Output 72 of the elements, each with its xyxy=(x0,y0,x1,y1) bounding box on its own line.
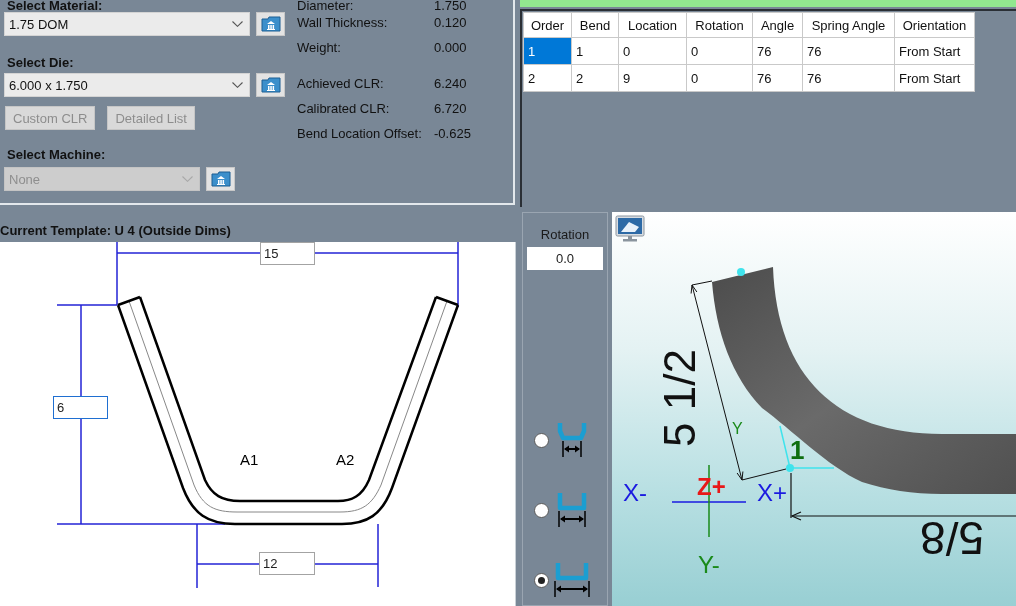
bend-number-label: 1 xyxy=(790,435,805,465)
monitor-icon[interactable] xyxy=(615,215,645,243)
table-cell: 76 xyxy=(752,37,803,65)
chevron-icon xyxy=(182,176,193,182)
table-cell: 9 xyxy=(618,64,687,92)
property-value: 1.750 xyxy=(434,0,467,12)
property-value: 0.120 xyxy=(434,14,467,30)
property-value: -0.625 xyxy=(434,125,471,141)
dimension-field[interactable]: 12 xyxy=(259,552,315,575)
column-header[interactable]: Location xyxy=(618,12,687,38)
property-label: Achieved CLR: xyxy=(297,75,385,91)
template-title: Current Template: U 4 (Outside Dims) xyxy=(0,223,231,238)
axis-label: X+ xyxy=(757,479,788,506)
table-cell: 76 xyxy=(802,37,895,65)
table-cell: 76 xyxy=(802,64,895,92)
property-label: Weight: xyxy=(297,39,342,55)
radio-button[interactable] xyxy=(534,572,549,588)
column-header[interactable]: Order xyxy=(523,12,572,38)
property-label: Diameter: xyxy=(297,0,355,12)
table-cell: 1 xyxy=(571,37,619,65)
building-folder-icon xyxy=(210,171,231,187)
dimension-label: 5 1/2 xyxy=(654,349,704,447)
angle-label: A2 xyxy=(336,451,355,468)
field-label: Select Die: xyxy=(6,55,74,70)
axis-label: X- xyxy=(623,479,647,506)
column-header[interactable]: Orientation xyxy=(894,12,975,38)
radio-button[interactable] xyxy=(534,502,549,518)
property-value: 6.240 xyxy=(434,75,467,91)
angle-label: A1 xyxy=(240,451,259,468)
table-cell: 2 xyxy=(523,64,572,92)
u-channel-width-icon xyxy=(552,561,592,599)
radio-button[interactable] xyxy=(534,432,549,448)
extension-line xyxy=(790,472,792,519)
die-dropdown[interactable]: 6.000 x 1.750 xyxy=(4,73,250,97)
dimension-field[interactable]: 6 xyxy=(53,396,108,419)
column-header[interactable]: Bend xyxy=(571,12,619,38)
property-label: Wall Thickness: xyxy=(297,14,389,30)
library-button[interactable] xyxy=(206,167,235,191)
axis-label: Y- xyxy=(698,551,720,578)
chevron-icon xyxy=(232,82,243,88)
table-cell: 1 xyxy=(523,37,572,65)
extension-line xyxy=(741,468,787,481)
table-cell: 76 xyxy=(752,64,803,92)
table-cell: 2 xyxy=(571,64,619,92)
rotation-field[interactable]: 0.0 xyxy=(527,247,603,270)
dimension-field[interactable]: 15 xyxy=(260,242,315,265)
building-folder-icon xyxy=(260,77,281,93)
library-button[interactable] xyxy=(256,12,285,36)
chevron-icon xyxy=(232,21,243,27)
building-folder-icon xyxy=(260,16,281,32)
table-cell: From Start xyxy=(894,64,975,92)
material-dropdown[interactable]: 1.75 DOM xyxy=(4,12,250,36)
table-cell: 0 xyxy=(686,64,753,92)
library-button[interactable] xyxy=(256,73,285,97)
column-header[interactable]: Spring Angle xyxy=(802,12,895,38)
field-label: Select Machine: xyxy=(6,147,106,162)
table-cell: From Start xyxy=(894,37,975,65)
dimension-label: 5/8 xyxy=(920,512,984,564)
table-cell: 0 xyxy=(618,37,687,65)
extension-line xyxy=(691,280,713,286)
table-cell: 0 xyxy=(686,37,753,65)
axis-label: Y xyxy=(732,420,743,437)
column-header[interactable]: Rotation xyxy=(686,12,753,38)
rotation-label: Rotation xyxy=(540,227,590,242)
column-header[interactable]: Angle xyxy=(752,12,803,38)
property-label: Calibrated CLR: xyxy=(297,100,391,116)
field-label: Select Material: xyxy=(6,0,103,12)
property-value: 6.720 xyxy=(434,100,467,116)
node-dot-icon xyxy=(786,464,794,472)
property-label: Bend Location Offset: xyxy=(297,125,423,141)
property-value: 0.000 xyxy=(434,39,467,55)
node-dot-icon xyxy=(737,268,745,276)
